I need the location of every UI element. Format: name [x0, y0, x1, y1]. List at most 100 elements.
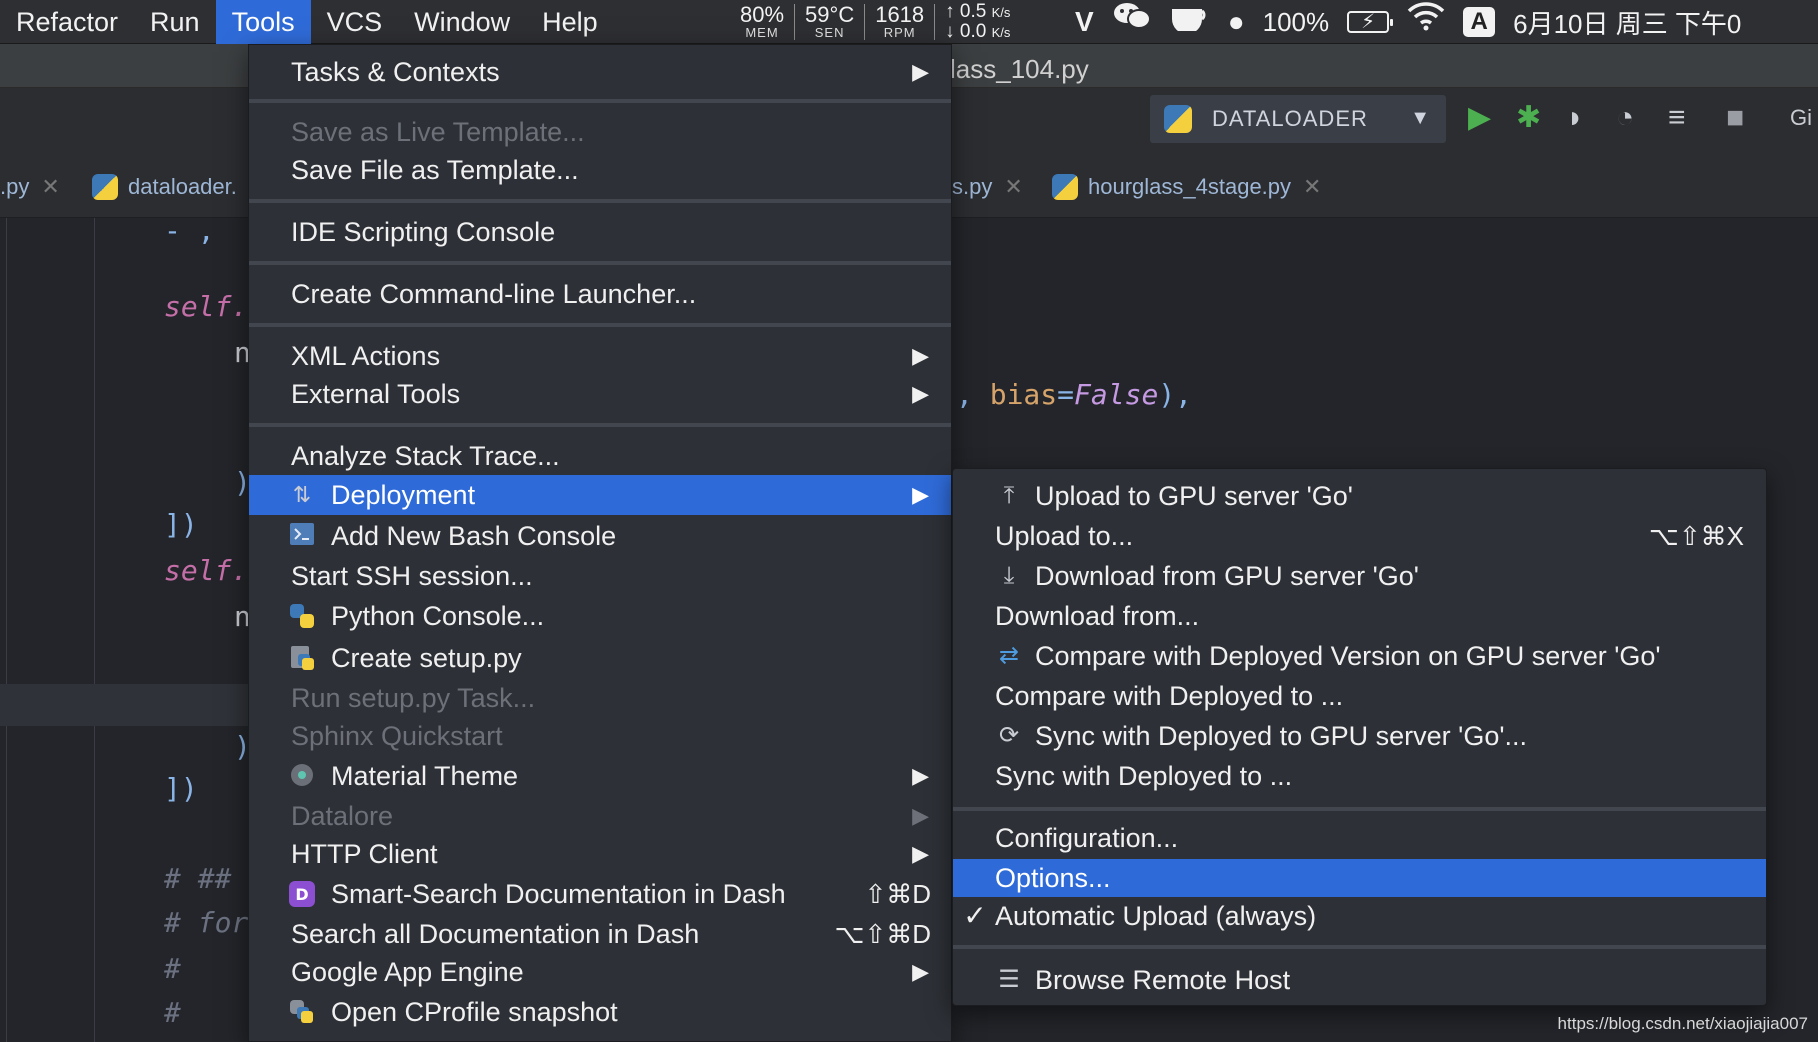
indent-guide — [94, 218, 95, 1042]
system-stats[interactable]: 80% MEM 59°C SEN 1618 RPM ↑ 0.5 K/s ↓ 0.0 K… — [730, 0, 1010, 44]
close-icon[interactable]: ✕ — [1004, 174, 1022, 200]
coffee-icon[interactable] — [1170, 0, 1210, 44]
submenu-item-sync-go[interactable]: ⟳ Sync with Deployed to GPU server 'Go'.… — [953, 717, 1766, 755]
bash-console-icon — [289, 523, 315, 549]
tab-label: .py — [0, 174, 30, 199]
deployment-submenu: ⤒ Upload to GPU server 'Go' Upload to...… — [952, 468, 1767, 1006]
python-icon — [1164, 105, 1192, 133]
menu-item-label: Datalore — [291, 800, 394, 831]
stop-icon[interactable]: ■ — [1726, 100, 1744, 136]
code-punc: = — [1057, 378, 1075, 411]
dot-icon[interactable]: ● — [1228, 0, 1245, 44]
menu-item-save-file-template[interactable]: Save File as Template... — [249, 151, 951, 189]
submenu-arrow-icon: ▶ — [912, 763, 929, 788]
submenu-item-compare-to[interactable]: Compare with Deployed to ... — [953, 677, 1766, 715]
submenu-item-download-from[interactable]: Download from... — [953, 597, 1766, 635]
menu-item-xml-actions[interactable]: XML Actions ▶ — [249, 337, 951, 375]
tab-label: dataloader. — [128, 174, 237, 199]
menu-item-start-ssh[interactable]: Start SSH session... — [249, 557, 951, 595]
code-line: ]) — [164, 508, 198, 541]
material-theme-icon — [289, 763, 315, 789]
menu-refactor[interactable]: Refactor — [0, 0, 134, 44]
menu-item-search-all-dash[interactable]: Search all Documentation in Dash ⌥⇧⌘D — [249, 915, 951, 953]
submenu-item-label: Automatic Upload (always) — [995, 900, 1317, 931]
menu-item-label: Search all Documentation in Dash — [291, 918, 700, 949]
code-self: self. — [164, 554, 249, 587]
menu-tools[interactable]: Tools — [215, 0, 311, 44]
menu-item-add-bash-console[interactable]: Add New Bash Console — [249, 517, 951, 555]
stat-rpm-value: 1618 — [875, 2, 925, 27]
concurrency-icon[interactable]: ≡ — [1668, 100, 1686, 136]
submenu-arrow-icon: ▶ — [912, 803, 929, 828]
stat-mem: 80% MEM — [730, 4, 796, 40]
coverage-icon[interactable]: ◗ — [1566, 100, 1584, 136]
submenu-item-label: Sync with Deployed to ... — [995, 760, 1293, 791]
menu-window[interactable]: Window — [398, 0, 526, 44]
menu-item-label: Sphinx Quickstart — [291, 720, 503, 751]
debug-icon[interactable]: ✱ — [1516, 100, 1541, 136]
code-value: False — [1074, 378, 1159, 411]
close-icon[interactable]: ✕ — [1303, 174, 1321, 200]
submenu-item-upload-go[interactable]: ⤒ Upload to GPU server 'Go' — [953, 477, 1766, 515]
menu-item-python-console[interactable]: Python Console... — [249, 597, 951, 635]
dash-icon: D — [289, 881, 315, 907]
menu-item-external-tools[interactable]: External Tools ▶ — [249, 375, 951, 413]
net-unit: K/s — [991, 25, 1011, 40]
cprofile-icon — [289, 999, 315, 1025]
menu-vcs[interactable]: VCS — [311, 0, 399, 44]
menu-item-smart-search-dash[interactable]: D Smart-Search Documentation in Dash ⇧⌘D — [249, 875, 951, 913]
menu-item-create-setup-py[interactable]: Create setup.py — [249, 639, 951, 677]
code-punc: ), — [1158, 378, 1193, 411]
battery-icon[interactable]: ⚡ — [1347, 11, 1394, 33]
menu-run[interactable]: Run — [134, 0, 216, 44]
tab-py[interactable]: .py ✕ — [0, 174, 60, 200]
tab-dataloader[interactable]: dataloader. — [92, 174, 237, 200]
submenu-arrow-icon: ▶ — [912, 482, 929, 507]
menu-item-deployment[interactable]: ⇅ Deployment ▶ — [249, 475, 951, 515]
menu-item-datalore: Datalore ▶ — [249, 797, 951, 835]
battery-percent: 100% — [1262, 6, 1330, 37]
submenu-item-download-go[interactable]: ⤓ Download from GPU server 'Go' — [953, 557, 1766, 595]
input-source-icon[interactable]: A — [1463, 7, 1496, 37]
menu-item-material-theme[interactable]: Material Theme ▶ — [249, 757, 951, 795]
wifi-icon[interactable] — [1407, 0, 1445, 44]
submenu-item-sync-to[interactable]: Sync with Deployed to ... — [953, 757, 1766, 795]
submenu-item-label: Download from GPU server 'Go' — [1035, 560, 1419, 591]
submenu-item-configuration[interactable]: Configuration... — [953, 819, 1766, 857]
tab-s-py[interactable]: s.py ✕ — [952, 174, 1023, 200]
submenu-item-label: Compare with Deployed to ... — [995, 680, 1344, 711]
menu-item-tasks-contexts[interactable]: Tasks & Contexts ▶ — [249, 53, 951, 91]
menu-item-ide-scripting-console[interactable]: IDE Scripting Console — [249, 213, 951, 251]
menu-item-label: Add New Bash Console — [331, 520, 617, 551]
menu-item-analyze-stack-trace[interactable]: Analyze Stack Trace... — [249, 437, 951, 475]
menu-item-label: HTTP Client — [291, 838, 438, 869]
python-console-icon — [289, 603, 315, 629]
run-icon[interactable]: ▶ — [1468, 100, 1491, 136]
stat-sen: 59°C SEN — [795, 4, 866, 40]
stat-mem-unit: MEM — [745, 25, 779, 40]
close-icon[interactable]: ✕ — [41, 174, 59, 200]
menu-item-label: External Tools — [291, 378, 461, 409]
menu-separator — [249, 261, 951, 265]
menu-item-command-line-launcher[interactable]: Create Command-line Launcher... — [249, 275, 951, 313]
submenu-item-compare-go[interactable]: ⇄ Compare with Deployed Version on GPU s… — [953, 637, 1766, 675]
menu-item-google-app-engine[interactable]: Google App Engine ▶ — [249, 953, 951, 991]
submenu-item-options[interactable]: Options... — [953, 859, 1766, 897]
submenu-item-upload-to[interactable]: Upload to... ⌥⇧⌘X — [953, 517, 1766, 555]
compare-icon: ⇄ — [998, 642, 1020, 669]
menu-item-http-client[interactable]: HTTP Client ▶ — [249, 835, 951, 873]
tab-hourglass[interactable]: hourglass_4stage.py ✕ — [1052, 174, 1321, 200]
menu-item-label: XML Actions — [291, 340, 441, 371]
submenu-item-automatic-upload[interactable]: ✓ Automatic Upload (always) — [953, 897, 1766, 935]
submenu-arrow-icon: ▶ — [912, 381, 929, 406]
clock[interactable]: 6月10日 周三 下午0 — [1513, 4, 1741, 41]
tab-label: s.py — [952, 174, 993, 199]
vim-icon[interactable]: V — [1075, 0, 1094, 44]
menu-help[interactable]: Help — [526, 0, 614, 44]
git-label[interactable]: Gi — [1790, 100, 1812, 136]
submenu-item-browse-remote-host[interactable]: ☰ Browse Remote Host — [953, 961, 1766, 999]
profile-icon[interactable]: ◔ — [1616, 100, 1634, 136]
menu-item-open-cprofile[interactable]: Open CProfile snapshot — [249, 993, 951, 1031]
run-configuration-select[interactable]: DATALOADER ▼ — [1150, 95, 1446, 143]
wechat-icon[interactable] — [1112, 0, 1152, 44]
